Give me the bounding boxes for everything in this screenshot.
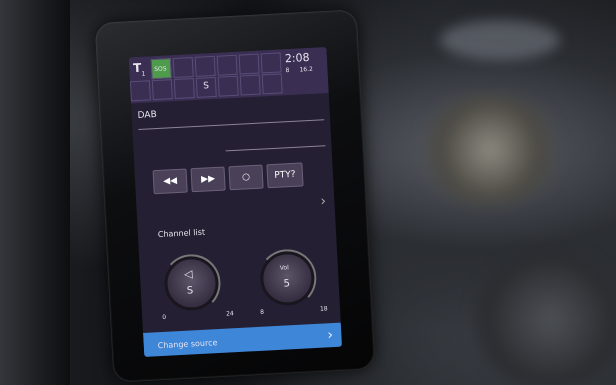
- background-highlight: [440, 20, 560, 60]
- seat-blur: [470, 250, 616, 385]
- change-source-button[interactable]: Change source ›: [143, 322, 343, 357]
- signal-bar: [138, 119, 325, 130]
- status-cell[interactable]: [238, 53, 260, 75]
- scan-button[interactable]: ○: [228, 164, 264, 191]
- rewind-button[interactable]: ◀◀: [152, 168, 188, 195]
- clock: 2:08: [284, 50, 310, 66]
- active-badge[interactable]: SOS: [150, 58, 172, 80]
- chevron-right-icon: ›: [327, 327, 334, 344]
- status-cell[interactable]: [194, 55, 216, 77]
- status-cell[interactable]: [239, 74, 261, 96]
- source-name: DAB: [137, 109, 158, 121]
- change-source-label: Change source: [157, 338, 218, 351]
- terminal-screen: T 1 SOS S 2:08 8 16.2 DAB ◀◀ ▶▶ ○ PTY? ›…: [128, 47, 343, 357]
- channel-list-label: Channel list: [157, 227, 206, 240]
- cab-pillar: [0, 0, 70, 385]
- status-cell[interactable]: [261, 73, 283, 95]
- channel-list-row[interactable]: Channel list: [137, 213, 336, 249]
- signal-bar: [225, 145, 326, 152]
- status-cell[interactable]: [173, 77, 195, 100]
- tractor-icon[interactable]: [129, 80, 151, 102]
- terminal-device: T 1 SOS S 2:08 8 16.2 DAB ◀◀ ▶▶ ○ PTY? ›…: [94, 9, 376, 383]
- tone-knob[interactable]: Vol 5: [256, 247, 318, 309]
- status-cell[interactable]: [260, 52, 282, 74]
- status-cell[interactable]: [217, 75, 239, 97]
- speaker-icon: ◁: [183, 267, 193, 281]
- pty-button[interactable]: PTY?: [266, 162, 304, 189]
- tuner-label: T: [132, 60, 142, 76]
- volume-knob[interactable]: ◁ S: [161, 252, 222, 314]
- status-bar: T 1 SOS S 2:08 8 16.2: [128, 47, 329, 104]
- photo-scene: T 1 SOS S 2:08 8 16.2 DAB ◀◀ ▶▶ ○ PTY? ›…: [0, 0, 616, 385]
- forward-button[interactable]: ▶▶: [190, 166, 226, 193]
- status-small: 8: [285, 66, 290, 75]
- speed-icon[interactable]: S: [195, 76, 217, 98]
- status-right: 16.2: [299, 65, 314, 74]
- chevron-right-icon[interactable]: ›: [320, 193, 326, 209]
- status-cell[interactable]: [216, 54, 238, 76]
- hydraulic-hose-blur: [410, 95, 570, 205]
- status-cell[interactable]: [151, 79, 173, 101]
- tuner-sub: 1: [141, 70, 146, 78]
- status-cell[interactable]: [172, 57, 194, 79]
